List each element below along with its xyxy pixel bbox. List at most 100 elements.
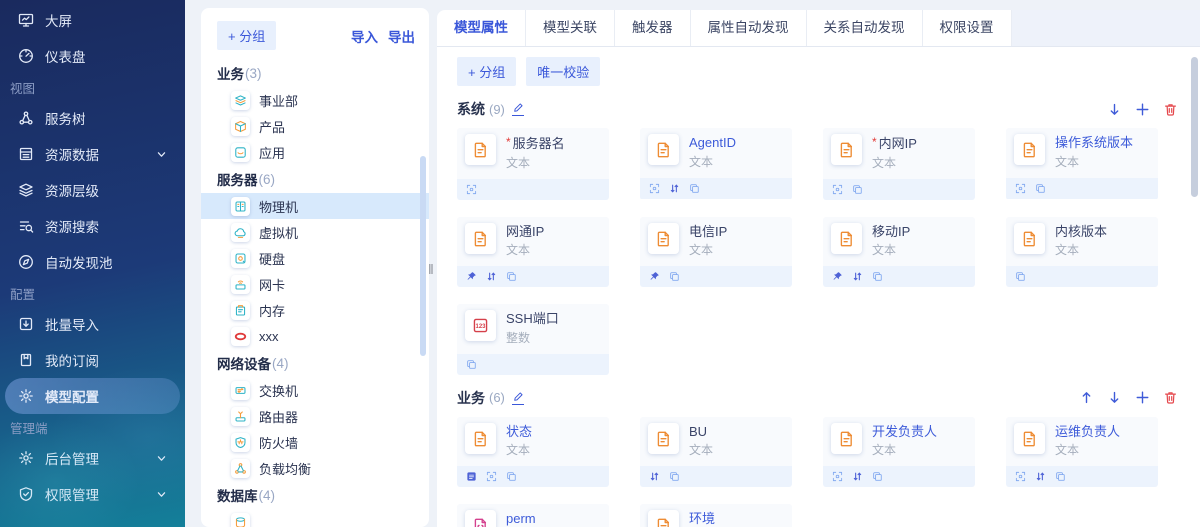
model-item[interactable]: 路由器 bbox=[201, 403, 429, 429]
attribute-card[interactable]: 开发负责人文本 bbox=[823, 417, 975, 488]
move-group-up-icon[interactable] bbox=[1079, 390, 1094, 405]
model-item[interactable]: 应用 bbox=[201, 139, 429, 165]
attribute-card[interactable]: 操作系统版本文本 bbox=[1006, 128, 1158, 200]
attribute-card[interactable]: permjson bbox=[457, 504, 609, 527]
model-item[interactable]: 硬盘 bbox=[201, 245, 429, 271]
copy-icon[interactable] bbox=[669, 471, 680, 482]
model-item[interactable]: 虚拟机 bbox=[201, 219, 429, 245]
model-item[interactable]: 负载均衡 bbox=[201, 455, 429, 481]
model-item[interactable]: 内存 bbox=[201, 297, 429, 323]
sort-icon[interactable] bbox=[486, 271, 497, 282]
sidebar-item-screen[interactable]: 大屏 bbox=[5, 2, 180, 38]
sidebar-item-model-config[interactable]: 模型配置 bbox=[5, 378, 180, 414]
chevron-down-icon bbox=[156, 489, 167, 500]
sidebar-item-subscription[interactable]: 我的订阅 bbox=[5, 342, 180, 378]
pin-icon[interactable] bbox=[649, 271, 660, 282]
model-panel-scrollbar[interactable] bbox=[420, 156, 426, 356]
model-item-label: 事业部 bbox=[259, 91, 298, 110]
sidebar-item-dashboard[interactable]: 仪表盘 bbox=[5, 38, 180, 74]
attribute-card[interactable]: 电信IP文本 bbox=[640, 217, 792, 288]
copy-icon[interactable] bbox=[1015, 271, 1026, 282]
model-item[interactable]: 防火墙 bbox=[201, 429, 429, 455]
attribute-card[interactable]: 内核版本文本 bbox=[1006, 217, 1158, 288]
tab-5[interactable]: 关系自动发现 bbox=[807, 10, 923, 46]
delete-group-icon[interactable] bbox=[1163, 102, 1178, 117]
sidebar-item-layers[interactable]: 资源层级 bbox=[5, 172, 180, 208]
edit-group-icon[interactable] bbox=[512, 391, 524, 405]
sidebar-item-resource-data[interactable]: 资源数据 bbox=[5, 136, 180, 172]
attribute-card[interactable]: *内网IP文本 bbox=[823, 128, 975, 200]
copy-icon[interactable] bbox=[506, 471, 517, 482]
sort-icon[interactable] bbox=[1035, 471, 1046, 482]
copy-icon[interactable] bbox=[669, 271, 680, 282]
attribute-card[interactable]: AgentID文本 bbox=[640, 128, 792, 200]
copy-icon[interactable] bbox=[689, 183, 700, 194]
attribute-card[interactable]: *服务器名文本 bbox=[457, 128, 609, 200]
list-icon[interactable] bbox=[466, 471, 477, 482]
add-attribute-icon[interactable] bbox=[1135, 102, 1150, 117]
model-item-label: xxx bbox=[259, 329, 279, 344]
copy-icon[interactable] bbox=[506, 271, 517, 282]
sidebar-item-resource-search[interactable]: 资源搜索 bbox=[5, 208, 180, 244]
model-item[interactable]: 物理机 bbox=[201, 193, 429, 219]
edit-group-icon[interactable] bbox=[512, 102, 524, 116]
tab-3[interactable]: 触发器 bbox=[615, 10, 691, 46]
attribute-card[interactable]: 环境文本 bbox=[640, 504, 792, 527]
attribute-card[interactable]: 移动IP文本 bbox=[823, 217, 975, 288]
pin-icon[interactable] bbox=[832, 271, 843, 282]
move-group-down-icon[interactable] bbox=[1107, 102, 1122, 117]
model-item[interactable]: 交换机 bbox=[201, 377, 429, 403]
sidebar-item-discovery[interactable]: 自动发现池 bbox=[5, 244, 180, 280]
sort-icon[interactable] bbox=[669, 183, 680, 194]
attribute-type-label: 文本 bbox=[689, 441, 713, 458]
tab-1[interactable]: 模型属性 bbox=[437, 10, 526, 46]
tab-4[interactable]: 属性自动发现 bbox=[691, 10, 807, 46]
sidebar-item-batch-import[interactable]: 批量导入 bbox=[5, 306, 180, 342]
panel-resize-handle[interactable]: ‖ bbox=[428, 261, 435, 277]
sort-icon[interactable] bbox=[649, 471, 660, 482]
copy-icon[interactable] bbox=[872, 471, 883, 482]
fullscreen-icon[interactable] bbox=[486, 471, 497, 482]
sort-icon[interactable] bbox=[852, 471, 863, 482]
tab-6[interactable]: 权限设置 bbox=[923, 10, 1012, 46]
attribute-card[interactable]: 网通IP文本 bbox=[457, 217, 609, 288]
sidebar-item-service-tree[interactable]: 服务树 bbox=[5, 100, 180, 136]
tab-2[interactable]: 模型关联 bbox=[526, 10, 615, 46]
fullscreen-icon[interactable] bbox=[649, 183, 660, 194]
attribute-card-text: 运维负责人文本 bbox=[1055, 423, 1120, 459]
model-group-count: (4) bbox=[272, 356, 289, 371]
sort-icon[interactable] bbox=[852, 271, 863, 282]
pin-icon[interactable] bbox=[466, 271, 477, 282]
fullscreen-icon[interactable] bbox=[466, 184, 477, 195]
attribute-card[interactable]: 状态文本 bbox=[457, 417, 609, 488]
fullscreen-icon[interactable] bbox=[1015, 183, 1026, 194]
copy-icon[interactable] bbox=[852, 184, 863, 195]
add-attribute-icon[interactable] bbox=[1135, 390, 1150, 405]
import-link[interactable]: 导入 bbox=[351, 26, 378, 46]
model-item[interactable]: 网卡 bbox=[201, 271, 429, 297]
copy-icon[interactable] bbox=[466, 359, 477, 370]
model-item[interactable]: 事业部 bbox=[201, 87, 429, 113]
attribute-card[interactable]: 运维负责人文本 bbox=[1006, 417, 1158, 488]
export-link[interactable]: 导出 bbox=[388, 26, 415, 46]
copy-icon[interactable] bbox=[1035, 183, 1046, 194]
unique-check-button[interactable]: 唯一校验 bbox=[526, 57, 600, 86]
fullscreen-icon[interactable] bbox=[832, 471, 843, 482]
delete-group-icon[interactable] bbox=[1163, 390, 1178, 405]
main-panel-scrollbar[interactable] bbox=[1191, 57, 1198, 197]
add-attribute-group-button[interactable]: + 分组 bbox=[457, 57, 516, 86]
attribute-card[interactable]: BU文本 bbox=[640, 417, 792, 488]
model-item[interactable]: xxx bbox=[201, 323, 429, 349]
sidebar-item-admin-gear[interactable]: 后台管理 bbox=[5, 440, 180, 476]
attribute-name: 环境 bbox=[689, 511, 715, 527]
fullscreen-icon[interactable] bbox=[1015, 471, 1026, 482]
model-item[interactable] bbox=[201, 509, 429, 527]
attribute-card[interactable]: 123SSH端口整数 bbox=[457, 304, 609, 375]
move-group-down-icon[interactable] bbox=[1107, 390, 1122, 405]
fullscreen-icon[interactable] bbox=[832, 184, 843, 195]
add-group-button[interactable]: + 分组 bbox=[217, 21, 276, 50]
copy-icon[interactable] bbox=[872, 271, 883, 282]
copy-icon[interactable] bbox=[1055, 471, 1066, 482]
sidebar-item-permission-shield[interactable]: 权限管理 bbox=[5, 476, 180, 512]
model-item[interactable]: 产品 bbox=[201, 113, 429, 139]
